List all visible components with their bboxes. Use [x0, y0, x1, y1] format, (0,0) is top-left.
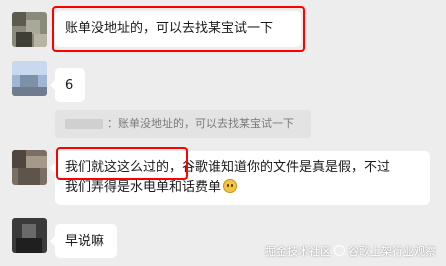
- message-text-line-2: 我们弄得是水电单和话费单: [65, 178, 420, 198]
- quoted-message[interactable]: ：账单没地址的，可以去找某宝试一下: [55, 110, 311, 138]
- avatar[interactable]: [12, 218, 47, 253]
- message-bubble[interactable]: 早说嘛: [50, 224, 117, 258]
- at-circle-icon: [334, 245, 345, 256]
- avatar-image: [12, 150, 47, 185]
- avatar[interactable]: [12, 12, 47, 47]
- avatar-image: [12, 61, 47, 96]
- quoted-sender-name: [65, 119, 103, 129]
- avatar-image: [12, 12, 47, 47]
- watermark-right: 谷歌上架行业观察: [348, 245, 436, 258]
- watermark-left: 掘金技术社区: [265, 245, 331, 258]
- highlight-box: [56, 147, 188, 180]
- avatar[interactable]: [12, 150, 47, 185]
- message-text: 6: [65, 78, 74, 93]
- quoted-text: ：账单没地址的，可以去找某宝试一下: [107, 117, 294, 130]
- avatar[interactable]: [12, 61, 47, 96]
- highlight-box: [52, 6, 305, 52]
- watermark: 掘金技术社区 谷歌上架行业观察: [265, 243, 436, 259]
- message-text: 早说嘛: [65, 234, 105, 249]
- cat-emoji-icon: [223, 179, 238, 193]
- message-bubble[interactable]: 6: [50, 68, 85, 102]
- avatar-image: [12, 218, 47, 253]
